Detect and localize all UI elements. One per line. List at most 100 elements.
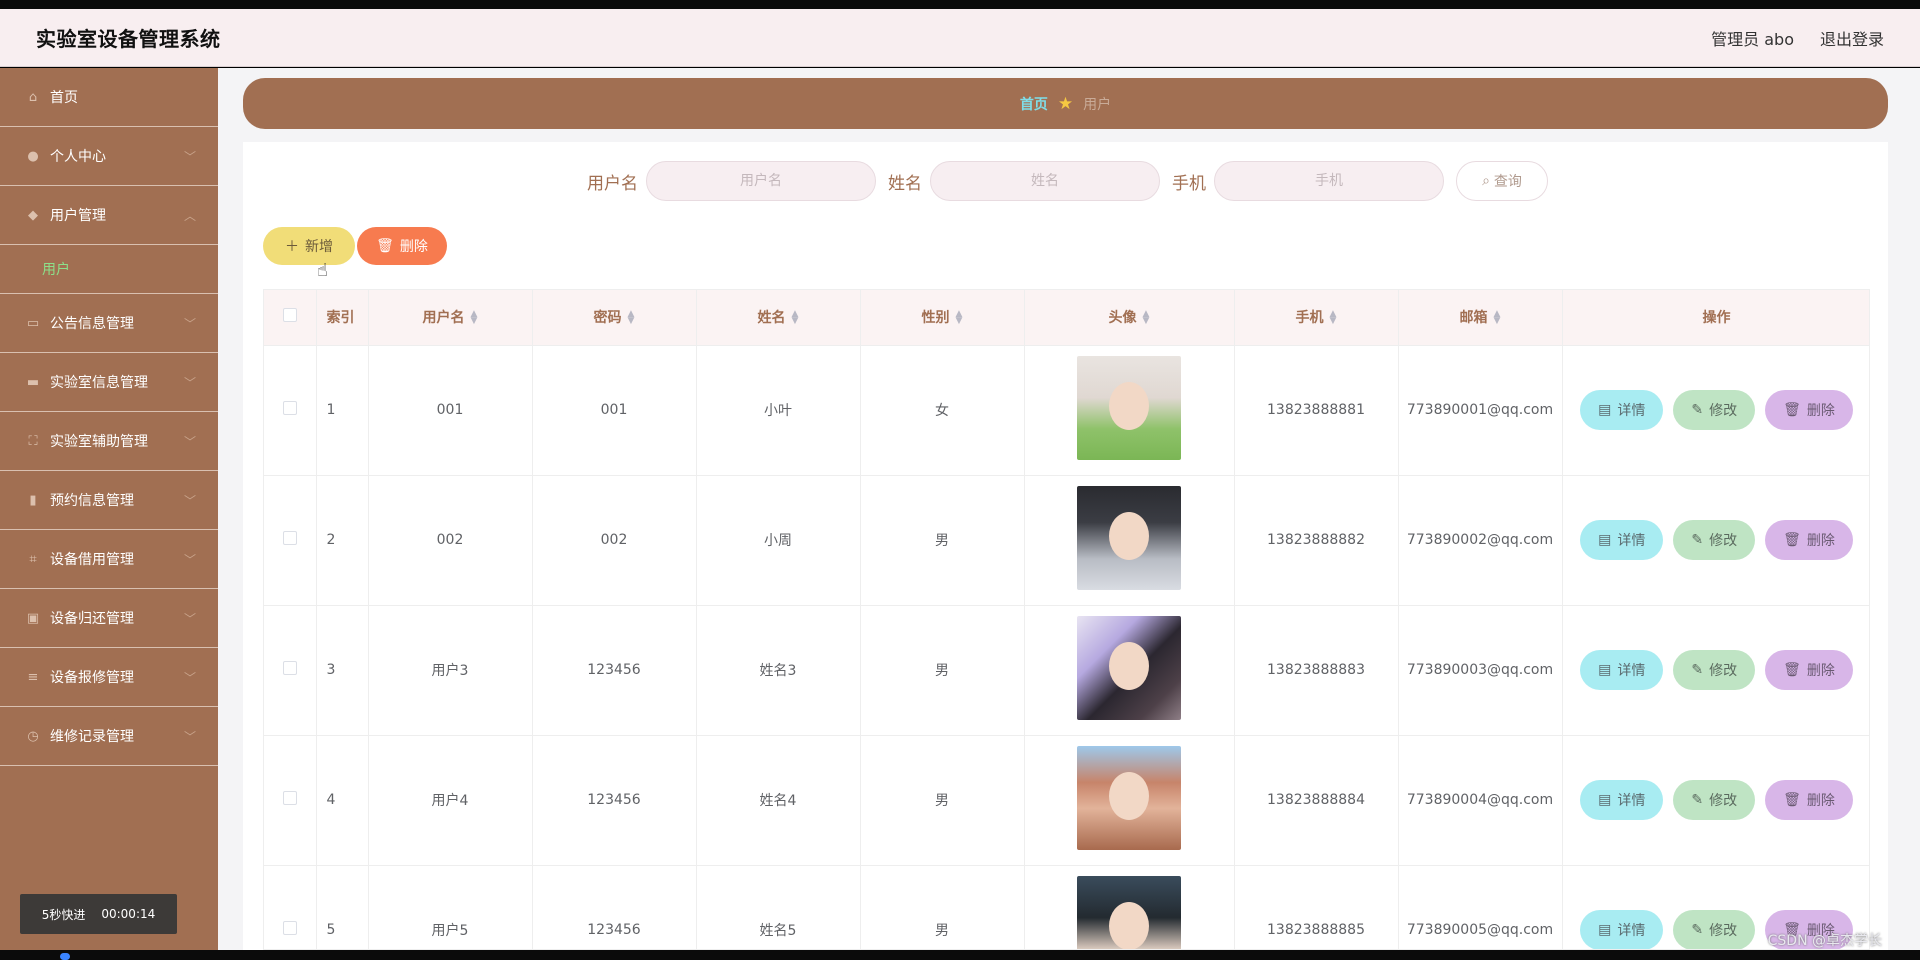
document-icon: ▤ — [1598, 792, 1612, 808]
edit-button[interactable]: ✎ 修改 — [1673, 780, 1756, 820]
col-username[interactable]: 用户名 ▲ ▼ — [368, 290, 533, 346]
delete-label: 删除 — [1806, 663, 1835, 679]
avatar[interactable] — [1077, 616, 1181, 720]
admin-label[interactable]: 管理员 abo — [1711, 26, 1794, 50]
sidebar-item-label: 个人中心 — [50, 149, 106, 165]
sidebar-item-repair[interactable]: ≡ 设备报修管理 ﹀ — [0, 648, 218, 707]
avatar[interactable] — [1077, 356, 1181, 460]
sidebar-item-label: 设备借用管理 — [50, 552, 134, 568]
sidebar-subitem-user[interactable]: 用户 — [0, 245, 218, 294]
row-checkbox[interactable] — [282, 661, 297, 675]
delete-label: 删除 — [1806, 793, 1835, 809]
clock-icon: ◷ — [27, 728, 39, 744]
edit-button[interactable]: ✎ 修改 — [1673, 390, 1756, 430]
row-checkbox[interactable] — [282, 791, 297, 805]
detail-label: 详情 — [1617, 403, 1646, 419]
cell-username: 002 — [368, 475, 533, 606]
row-select-cell — [264, 605, 317, 736]
logout-link[interactable]: 退出登录 — [1820, 26, 1884, 50]
col-avatar-label: 头像 — [1108, 310, 1137, 327]
watermark: CSDN @卓杰学长 — [1767, 933, 1882, 949]
cell-index: 1 — [316, 345, 369, 476]
sort-icon[interactable]: ▲ ▼ — [956, 310, 963, 326]
cell-email: 773890005@qq.com — [1398, 865, 1563, 949]
sidebar-item-lab-aux[interactable]: ⛶ 实验室辅助管理 ﹀ — [0, 412, 218, 471]
col-gender-label: 性别 — [921, 310, 950, 327]
avatar[interactable] — [1077, 876, 1181, 949]
detail-button[interactable]: ▤ 详情 — [1580, 910, 1664, 949]
edit-button[interactable]: ✎ 修改 — [1673, 650, 1756, 690]
edit-label: 修改 — [1709, 533, 1738, 549]
sidebar-item-user-management[interactable]: ◆ 用户管理 ︿ — [0, 186, 218, 245]
trash-icon: 🗑 — [1783, 402, 1801, 418]
sidebar-item-home[interactable]: ⌂ 首页 — [0, 68, 218, 127]
cell-gender: 男 — [860, 735, 1025, 866]
sidebar-item-label: 公告信息管理 — [50, 316, 134, 332]
chevron-down-icon: ﹀ — [183, 611, 196, 626]
add-button[interactable]: ＋ 新增 — [263, 227, 355, 265]
document-icon: ▤ — [1598, 662, 1612, 678]
cell-phone: 13823888881 — [1234, 345, 1399, 476]
cell-ops: ▤ 详情 ✎ 修改 🗑 删除 — [1562, 605, 1869, 736]
sort-icon[interactable]: ▲ ▼ — [628, 310, 635, 326]
search-button[interactable]: ⌕ 查询 — [1456, 161, 1548, 201]
breadcrumb-current: 用户 — [1083, 96, 1112, 113]
cell-phone: 13823888883 — [1234, 605, 1399, 736]
sidebar-item-label: 维修记录管理 — [50, 729, 134, 745]
chevron-up-icon: ︿ — [183, 208, 196, 223]
delete-button[interactable]: 🗑 删除 — [1765, 520, 1853, 560]
sidebar-item-announcements[interactable]: ▭ 公告信息管理 ﹀ — [0, 294, 218, 353]
avatar[interactable] — [1077, 746, 1181, 850]
phone-input[interactable] — [1214, 161, 1444, 201]
delete-button[interactable]: 🗑 删除 — [1765, 650, 1853, 690]
sort-icon[interactable]: ▲ ▼ — [1330, 310, 1337, 326]
sort-icon[interactable]: ▲ ▼ — [471, 310, 478, 326]
detail-button[interactable]: ▤ 详情 — [1580, 520, 1664, 560]
col-password-label: 密码 — [593, 310, 622, 327]
cell-password: 002 — [532, 475, 697, 606]
sidebar-item-return[interactable]: ▣ 设备归还管理 ﹀ — [0, 589, 218, 648]
edit-button[interactable]: ✎ 修改 — [1673, 520, 1756, 560]
cell-ops: ▤ 详情 ✎ 修改 🗑 删除 — [1562, 345, 1869, 476]
sidebar-item-label: 预约信息管理 — [50, 493, 134, 509]
search-icon: ⌕ — [1482, 173, 1490, 189]
document-icon: ▤ — [1598, 922, 1612, 938]
breadcrumb-home[interactable]: 首页 — [1020, 94, 1048, 114]
edit-button[interactable]: ✎ 修改 — [1673, 910, 1756, 949]
email-text: 773890002@qq.com — [1406, 532, 1554, 548]
sidebar-item-lab-info[interactable]: ▬ 实验室信息管理 ﹀ — [0, 353, 218, 412]
col-gender[interactable]: 性别 ▲ ▼ — [860, 290, 1025, 346]
sort-icon[interactable]: ▲ ▼ — [792, 310, 799, 326]
add-button-label: 新增 — [305, 239, 333, 255]
detail-button[interactable]: ▤ 详情 — [1580, 390, 1664, 430]
sidebar-item-reservations[interactable]: ▮ 预约信息管理 ﹀ — [0, 471, 218, 530]
bulk-delete-button[interactable]: 🗑 删除 — [357, 227, 447, 265]
progress-dot — [60, 953, 70, 960]
sort-icon[interactable]: ▲ ▼ — [1143, 310, 1150, 326]
row-checkbox[interactable] — [282, 401, 297, 415]
col-email[interactable]: 邮箱 ▲ ▼ — [1398, 290, 1563, 346]
sidebar-item-repair-records[interactable]: ◷ 维修记录管理 ﹀ — [0, 707, 218, 766]
name-input[interactable] — [930, 161, 1160, 201]
name-label: 姓名 — [888, 173, 922, 194]
col-phone[interactable]: 手机 ▲ ▼ — [1234, 290, 1399, 346]
col-name-label: 姓名 — [757, 310, 786, 327]
delete-button[interactable]: 🗑 删除 — [1765, 780, 1853, 820]
row-checkbox[interactable] — [282, 921, 297, 935]
username-input[interactable] — [646, 161, 876, 201]
sidebar-item-borrow[interactable]: ⌗ 设备借用管理 ﹀ — [0, 530, 218, 589]
sidebar-item-personal-center[interactable]: ● 个人中心 ﹀ — [0, 127, 218, 186]
row-checkbox[interactable] — [282, 531, 297, 545]
row-select-cell — [264, 735, 317, 866]
sort-icon[interactable]: ▲ ▼ — [1494, 310, 1501, 326]
select-all-checkbox[interactable] — [282, 308, 297, 323]
trash-icon: 🗑 — [1783, 662, 1801, 678]
cell-gender: 男 — [860, 475, 1025, 606]
col-password[interactable]: 密码 ▲ ▼ — [532, 290, 697, 346]
detail-button[interactable]: ▤ 详情 — [1580, 650, 1664, 690]
delete-button[interactable]: 🗑 删除 — [1765, 390, 1853, 430]
avatar[interactable] — [1077, 486, 1181, 590]
detail-button[interactable]: ▤ 详情 — [1580, 780, 1664, 820]
col-name[interactable]: 姓名 ▲ ▼ — [696, 290, 861, 346]
col-avatar[interactable]: 头像 ▲ ▼ — [1024, 290, 1235, 346]
